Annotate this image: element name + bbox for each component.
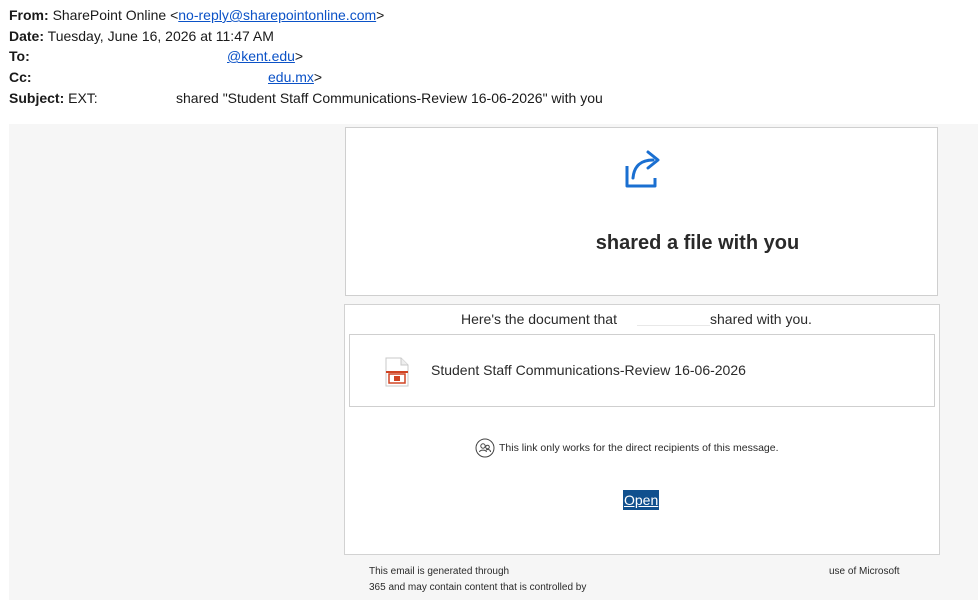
from-name: SharePoint Online < <box>52 7 179 23</box>
file-link-row[interactable]: Student Staff Communications-Review 16-0… <box>349 334 935 407</box>
to-label: To: <box>9 48 30 64</box>
cc-email-link[interactable]: edu.mx <box>268 69 314 85</box>
share-card-title: shared a file with you <box>595 232 800 254</box>
powerpoint-file-icon <box>385 357 409 387</box>
footer-line-2: 365 and may contain content that is cont… <box>369 582 587 593</box>
redacted-name <box>637 305 710 326</box>
recipient-notice-text: This link only works for the direct reci… <box>499 441 779 454</box>
file-name[interactable]: Student Staff Communications-Review 16-0… <box>431 362 746 378</box>
subject-prefix: EXT: <box>68 90 98 106</box>
from-email-link[interactable]: no-reply@sharepointonline.com <box>178 7 376 23</box>
date-value: Tuesday, June 16, 2026 at 11:47 AM <box>47 28 274 44</box>
cc-close: > <box>313 69 323 85</box>
recipient-notice: This link only works for the direct reci… <box>475 438 779 458</box>
from-label: From: <box>9 7 49 23</box>
date-row: Date: Tuesday, June 16, 2026 at 11:47 AM <box>9 27 274 45</box>
subject-label: Subject: <box>9 90 65 106</box>
to-row: To: @kent.edu> <box>9 47 303 65</box>
date-label: Date: <box>9 28 45 44</box>
intro-text-end: shared with you. <box>710 311 812 327</box>
footer-line-1: This email is generated through <box>369 566 510 577</box>
to-email-link[interactable]: @kent.edu <box>227 48 295 64</box>
subject-text: shared "Student Staff Communications-Rev… <box>176 90 603 106</box>
cc-label: Cc: <box>9 69 32 85</box>
document-card: Here's the document that shared with you… <box>344 304 940 555</box>
share-card: shared a file with you <box>345 127 938 296</box>
footer-line-1-right: use of Microsoft <box>829 566 900 577</box>
people-icon <box>475 438 495 458</box>
from-row: From: SharePoint Online <no-reply@sharep… <box>9 6 384 24</box>
subject-row: Subject: EXT: shared "Student Staff Comm… <box>9 89 603 107</box>
from-close: > <box>376 7 385 23</box>
intro-text-start: Here's the document that <box>461 311 617 327</box>
share-icon <box>625 150 660 188</box>
cc-row: Cc: edu.mx> <box>9 68 322 86</box>
open-button[interactable]: Open <box>623 490 660 510</box>
to-close: > <box>294 48 304 64</box>
